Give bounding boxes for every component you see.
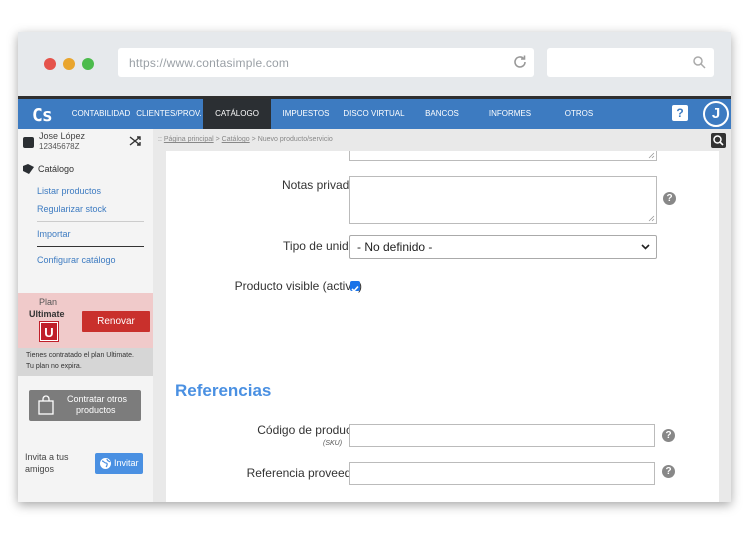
search-icon — [713, 135, 724, 146]
reload-icon[interactable] — [512, 54, 528, 70]
visible-label: Producto visible (activo) — [234, 279, 362, 293]
supplier-help-icon[interactable]: ? — [662, 465, 675, 478]
sku-help-icon[interactable]: ? — [662, 429, 675, 442]
sidebar-item-importar[interactable]: Importar — [37, 229, 71, 239]
sidebar-item-regularizar-stock[interactable]: Regularizar stock — [37, 204, 107, 214]
invite-button-label: Invitar — [114, 458, 139, 468]
notes-help-icon[interactable]: ? — [663, 192, 676, 205]
sidebar: Catálogo Listar productos Regularizar st… — [18, 155, 153, 502]
renew-button[interactable]: Renovar — [82, 311, 150, 332]
sidebar-item-configurar-catalogo[interactable]: Configurar catálogo — [37, 255, 116, 265]
invite-text: Invita a tus — [25, 452, 69, 462]
plan-box: Plan Ultimate U Renovar — [18, 293, 153, 348]
chevron-down-icon — [641, 244, 650, 250]
unit-type-value: - No definido - — [357, 240, 433, 254]
visible-checkbox[interactable] — [350, 281, 360, 293]
unit-type-select[interactable]: - No definido - — [349, 235, 657, 259]
resize-grip-icon[interactable] — [648, 215, 655, 222]
plan-name: Ultimate — [29, 309, 65, 319]
invite-button[interactable]: Invitar — [95, 453, 143, 474]
private-notes-textarea[interactable] — [349, 176, 657, 224]
contact-card-icon — [23, 137, 34, 148]
supplier-ref-label: Referencia proveedor — [246, 466, 362, 480]
invite-text: amigos — [25, 464, 55, 474]
nav-disco-virtual[interactable]: DISCO VIRTUAL — [341, 99, 407, 129]
minimize-window-dot[interactable] — [63, 58, 75, 70]
product-form: Notas privadas ? Tipo de unidad - No def… — [166, 151, 719, 502]
nav-contabilidad[interactable]: CONTABILIDAD — [70, 99, 132, 129]
user-bar: Jose López 12345678Z — [18, 129, 153, 155]
contract-products-button[interactable]: Contratar otros productos — [29, 390, 141, 421]
url-text: https://www.contasimple.com — [129, 56, 290, 70]
maximize-window-dot[interactable] — [82, 58, 94, 70]
page-search-button[interactable] — [711, 133, 726, 148]
search-icon — [693, 56, 706, 69]
avatar[interactable]: J — [703, 101, 729, 127]
sidebar-section-title: Catálogo — [38, 164, 75, 174]
breadcrumb-prefix: :: — [158, 136, 162, 143]
section-title-referencias: Referencias — [175, 381, 272, 400]
nav-otros[interactable]: OTROS — [558, 99, 600, 129]
supplier-ref-input[interactable] — [349, 462, 655, 485]
main-nav: Cs CONTABILIDAD CLIENTES/PROV. CATÁLOGO … — [18, 96, 731, 129]
address-bar[interactable]: https://www.contasimple.com — [118, 48, 534, 77]
divider — [37, 246, 144, 247]
plan-info-line: Tu plan no expira. — [26, 363, 82, 370]
description-textarea[interactable] — [349, 151, 657, 161]
contract-label: Contratar otros — [67, 394, 128, 404]
sku-sublabel: (SKU) — [323, 440, 343, 447]
browser-chrome: https://www.contasimple.com — [18, 32, 731, 96]
breadcrumb-current: Nuevo producto/servicio — [257, 136, 333, 143]
user-id: 12345678Z — [39, 142, 80, 151]
plan-info: Tienes contratado el plan Ultimate. Tu p… — [18, 348, 153, 376]
browser-window: https://www.contasimple.com Cs CONTABILI… — [18, 32, 731, 502]
sidebar-item-listar-productos[interactable]: Listar productos — [37, 186, 101, 196]
user-name: Jose López — [39, 131, 86, 141]
sku-input[interactable] — [349, 424, 655, 447]
book-icon — [23, 164, 34, 174]
browser-search-bar[interactable] — [547, 48, 714, 77]
breadcrumb-home-link[interactable]: Página principal — [164, 136, 214, 143]
breadcrumb-catalog-link[interactable]: Catálogo — [222, 136, 250, 143]
breadcrumb-separator: > — [215, 136, 220, 143]
plan-badge: U — [39, 321, 59, 342]
breadcrumb: :: Página principal > Catálogo > Nuevo p… — [153, 129, 731, 151]
divider — [37, 221, 144, 222]
sku-label: Código de producto — [257, 423, 362, 437]
close-window-dot[interactable] — [44, 58, 56, 70]
nav-bancos[interactable]: BANCOS — [418, 99, 466, 129]
nav-informes[interactable]: INFORMES — [484, 99, 536, 129]
plan-info-line: Tienes contratado el plan Ultimate. — [26, 352, 134, 359]
resize-grip-icon[interactable] — [648, 152, 655, 159]
globe-icon — [100, 458, 111, 469]
breadcrumb-separator: > — [251, 136, 256, 143]
contract-label: productos — [76, 405, 116, 415]
nav-clientes[interactable]: CLIENTES/PROV. — [136, 99, 202, 129]
help-icon[interactable]: ? — [672, 105, 688, 121]
nav-catalogo[interactable]: CATÁLOGO — [203, 99, 271, 129]
switch-company-icon[interactable] — [129, 135, 141, 147]
app-logo[interactable]: Cs — [32, 105, 53, 126]
nav-impuestos[interactable]: IMPUESTOS — [278, 99, 334, 129]
check-icon — [351, 285, 359, 293]
shopping-bag-icon — [38, 395, 54, 415]
plan-label: Plan — [39, 297, 58, 307]
